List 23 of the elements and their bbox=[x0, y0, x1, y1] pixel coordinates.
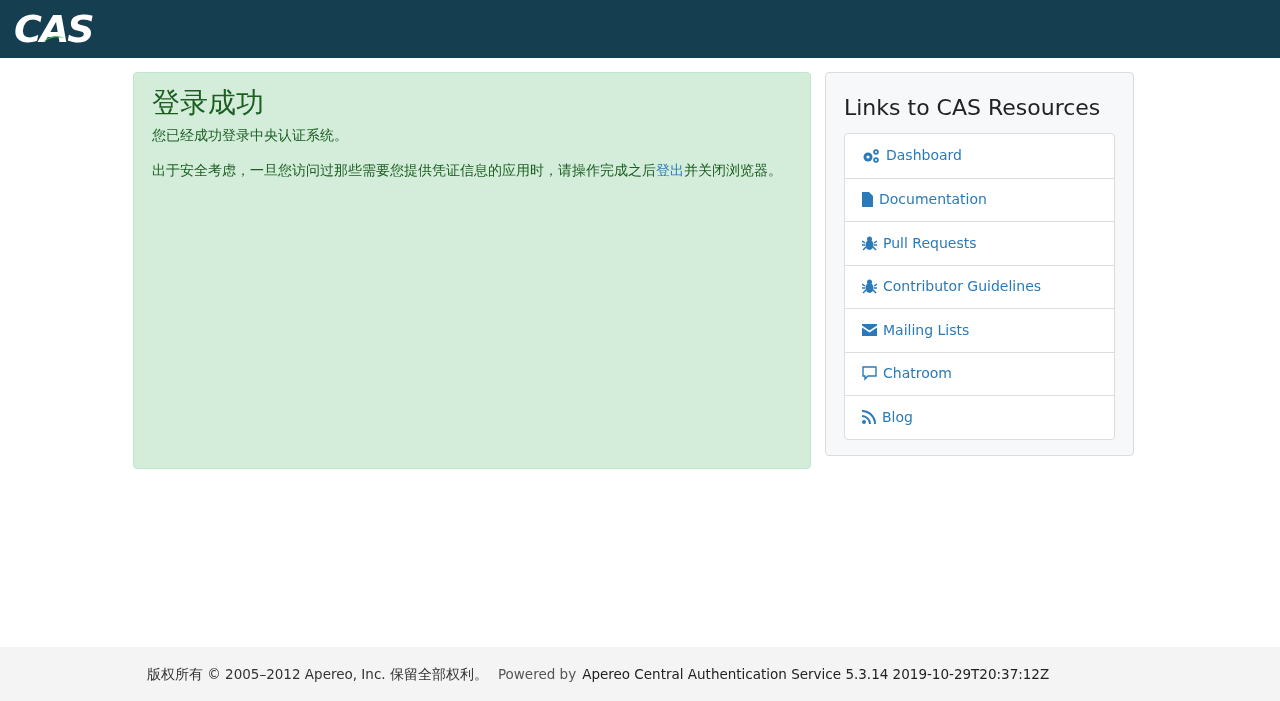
envelope-icon bbox=[862, 324, 877, 337]
rss-icon bbox=[862, 410, 876, 425]
security-notice: 出于安全考虑，一旦您访问过那些需要您提供凭证信息的应用时，请操作完成之后登出 并关闭浏览器。 bbox=[152, 161, 783, 180]
resource-link[interactable]: Documentation bbox=[879, 189, 987, 211]
panel-title: Links to CAS Resources bbox=[844, 94, 1102, 122]
bug-icon bbox=[862, 279, 877, 295]
resource-link[interactable]: Pull Requests bbox=[883, 232, 977, 254]
resource-link[interactable]: Dashboard bbox=[886, 145, 962, 167]
success-message: 您已经成功登录中央认证系统。 bbox=[152, 126, 349, 145]
bug-icon bbox=[862, 235, 877, 251]
copyright-text: 版权所有 © 2005–2012 Apereo, Inc. 保留全部权利。 bbox=[147, 664, 488, 684]
gears-icon bbox=[862, 147, 880, 164]
document-icon bbox=[862, 192, 873, 208]
powered-by-label: Powered by bbox=[497, 664, 577, 684]
resource-link[interactable]: Contributor Guidelines bbox=[883, 276, 1042, 298]
panel-title: 登录成功 bbox=[152, 85, 265, 121]
speech-bubble-icon bbox=[862, 366, 877, 382]
cas-logo[interactable]: CAS bbox=[14, 9, 93, 49]
logout-link[interactable]: 登出 bbox=[656, 162, 684, 178]
resource-link[interactable]: Blog bbox=[882, 406, 913, 428]
resource-link[interactable]: Chatroom bbox=[883, 363, 952, 385]
resource-link[interactable]: Mailing Lists bbox=[883, 319, 970, 341]
version-text: Apereo Central Authentication Service 5.3.14 2019-10-29T20:37:12Z bbox=[582, 664, 1050, 684]
